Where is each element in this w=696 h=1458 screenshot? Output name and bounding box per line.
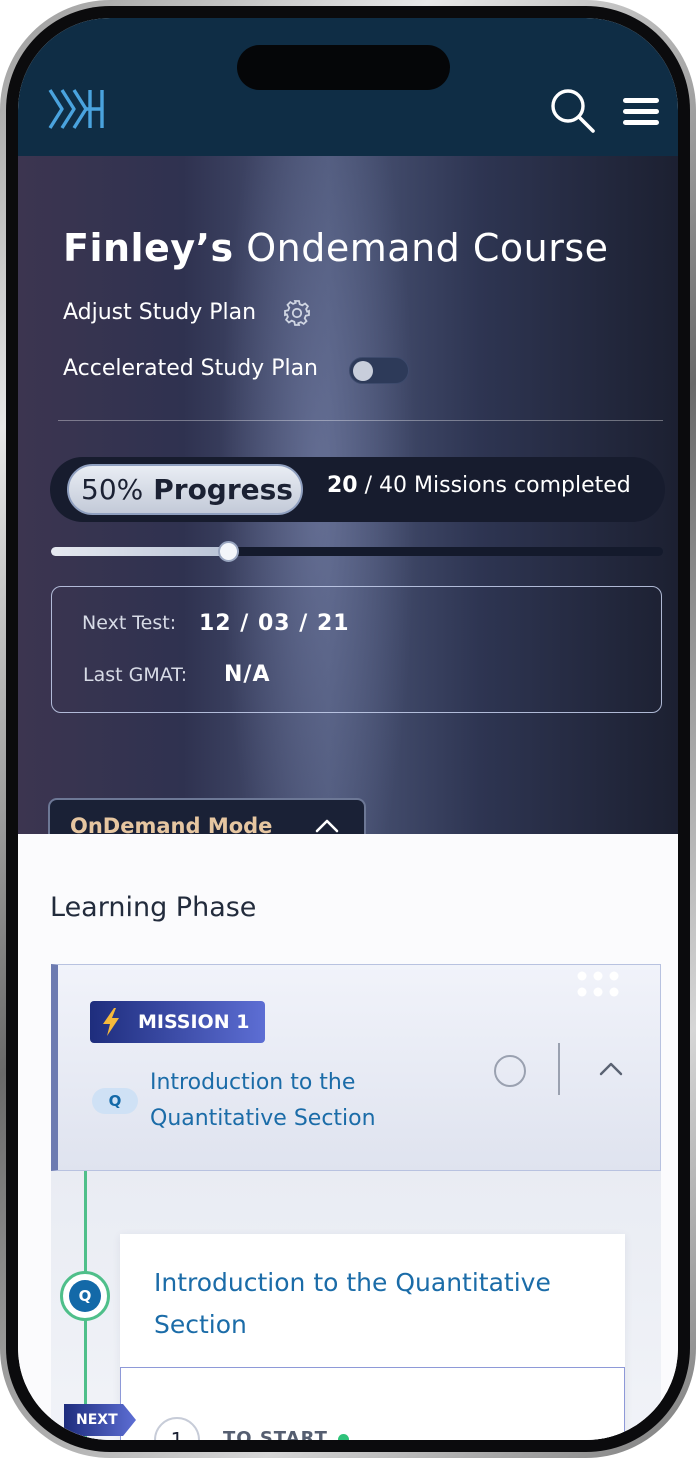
course-hero: Finley’s Ondemand Course Adjust Study Pl… (18, 156, 678, 854)
search-icon[interactable] (548, 86, 596, 134)
chevron-up-icon[interactable] (314, 817, 340, 835)
accelerated-study-plan-toggle[interactable] (349, 357, 409, 384)
progress-label: Progress (153, 473, 293, 506)
progress-summary: 50% Progress 20 / 40 Missions completed (50, 457, 665, 522)
mission-timeline: Q Introduction to the Quantitative Secti… (51, 1171, 661, 1440)
mission-title-link[interactable]: Introduction to the Quantitative Section (150, 1065, 450, 1137)
accelerated-study-plan-label: Accelerated Study Plan (63, 356, 318, 381)
step-status: TO START (223, 1428, 328, 1440)
progress-slider[interactable] (51, 541, 663, 562)
dynamic-island (237, 45, 450, 90)
status-dot-green (338, 1434, 349, 1440)
progress-percent: 50% (81, 473, 144, 506)
quant-section-chip: Q (92, 1088, 138, 1114)
course-title-name: Ondemand Course (246, 226, 609, 270)
missions-total: 40 Missions completed (379, 473, 631, 498)
course-title: Finley’s Ondemand Course (63, 226, 609, 270)
progress-chip: 50% Progress (67, 464, 303, 515)
card-divider (558, 1043, 560, 1095)
adjust-study-plan-link[interactable]: Adjust Study Plan (63, 300, 256, 325)
timeline-node: Q (60, 1271, 110, 1321)
next-test-label: Next Test: (82, 612, 177, 634)
missions-completed: 20 / 40 Missions completed (327, 473, 631, 498)
hero-divider (58, 420, 663, 421)
learning-content: Learning Phase MISSION 1 Q Introduction … (18, 834, 678, 1440)
progress-slider-thumb[interactable] (218, 541, 240, 562)
lightning-bolt-icon (103, 1008, 119, 1036)
next-tag: NEXT (64, 1404, 136, 1436)
app-screen: Finley’s Ondemand Course Adjust Study Pl… (18, 18, 678, 1440)
gear-icon[interactable] (283, 299, 311, 327)
lesson-title-link[interactable]: Introduction to the Quantitative Section (154, 1262, 614, 1346)
mission-status-circle[interactable] (494, 1055, 526, 1087)
progress-slider-fill (51, 547, 229, 556)
missions-separator: / (357, 473, 380, 498)
next-test-value: 12 / 03 / 21 (199, 611, 350, 636)
phase-title: Learning Phase (50, 892, 257, 923)
mission-card[interactable]: MISSION 1 Q Introduction to the Quantita… (51, 964, 661, 1171)
course-title-owner: Finley’s (63, 226, 234, 270)
missions-completed-count: 20 (327, 473, 358, 498)
hamburger-menu-icon[interactable] (623, 98, 661, 126)
lesson-card[interactable]: Introduction to the Quantitative Section (120, 1234, 625, 1440)
brand-logo-icon[interactable] (46, 86, 106, 132)
toggle-knob (353, 361, 373, 381)
last-gmat-value: N/A (224, 662, 271, 687)
drag-handle-icon[interactable] (574, 969, 624, 999)
timeline-node-label: Q (69, 1280, 101, 1312)
last-gmat-label: Last GMAT: (83, 664, 188, 686)
test-info-box: Next Test: 12 / 03 / 21 Last GMAT: N/A (51, 586, 662, 713)
top-nav-bar (18, 18, 678, 156)
chevron-up-icon[interactable] (598, 1060, 624, 1078)
